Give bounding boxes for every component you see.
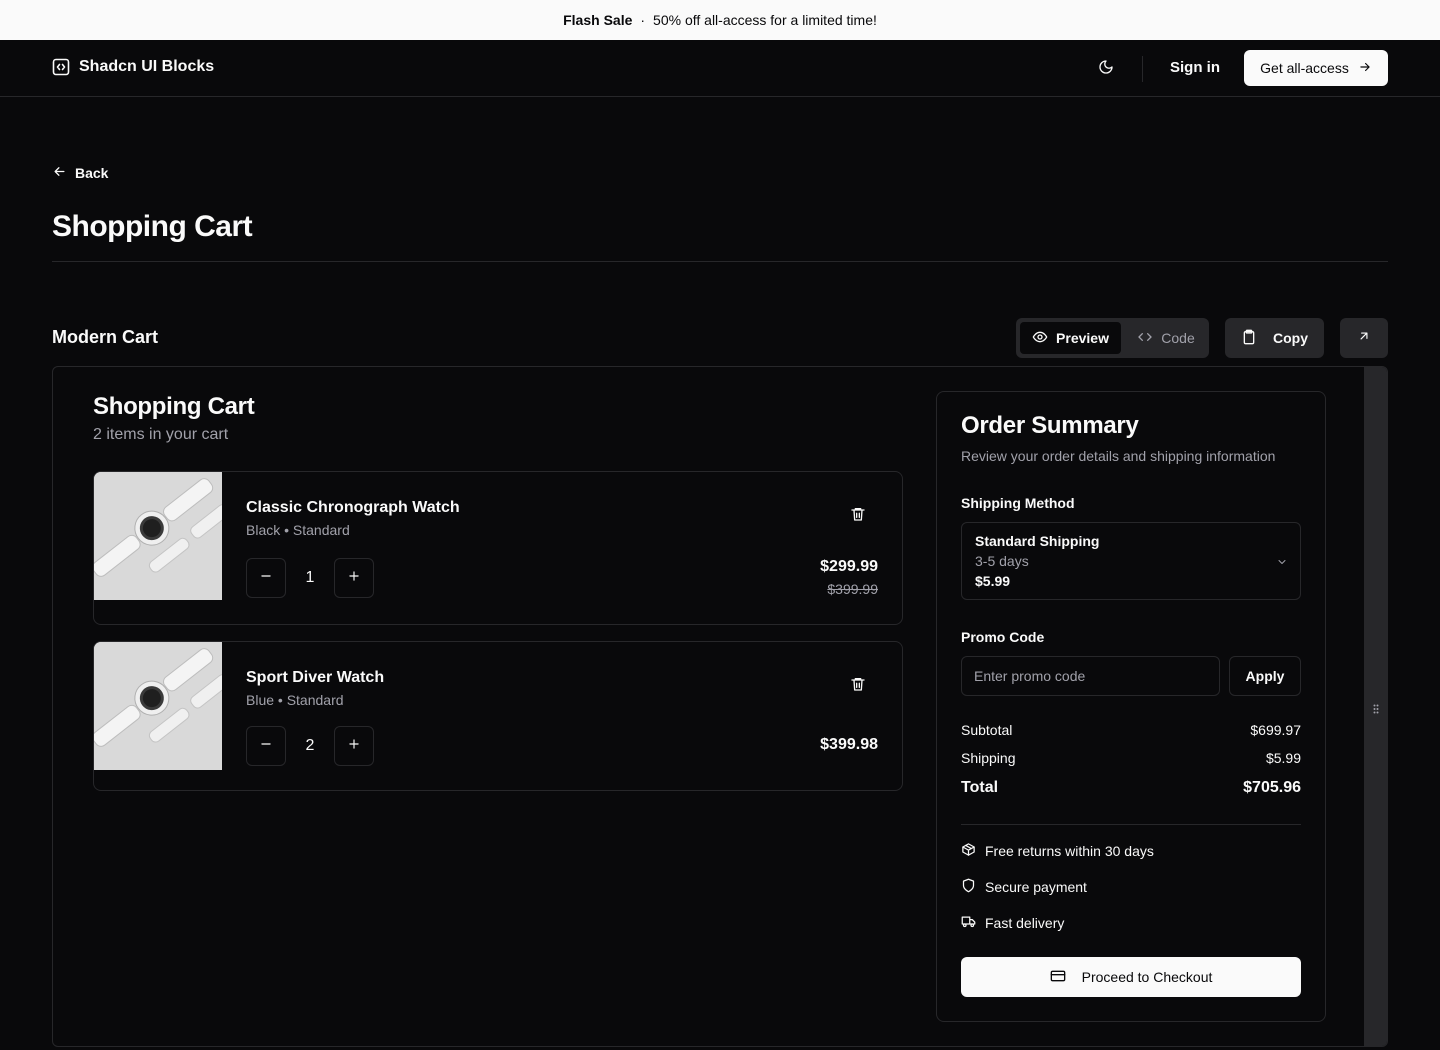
proceed-to-checkout-button[interactable]: Proceed to Checkout — [961, 957, 1301, 997]
brand-name: Shadcn UI Blocks — [79, 58, 215, 75]
subtotal-label: Subtotal — [961, 722, 1013, 738]
quantity-stepper: 1 — [246, 558, 374, 598]
view-toggle: Preview Code — [1016, 318, 1209, 358]
quantity-stepper: 2 — [246, 726, 374, 766]
decrease-quantity-button[interactable] — [246, 726, 286, 766]
quantity-value: 2 — [305, 737, 315, 754]
product-price: $399.98 — [820, 736, 878, 753]
shipping-option-name: Standard Shipping — [975, 533, 1100, 549]
back-label: Back — [75, 165, 109, 181]
copy-button[interactable]: Copy — [1225, 318, 1324, 358]
banner-highlight: Flash Sale — [563, 12, 633, 28]
remove-item-button[interactable] — [846, 674, 870, 698]
back-link[interactable]: Back — [52, 164, 108, 182]
subtotal-value: $699.97 — [1250, 722, 1301, 738]
feature-item: Secure payment — [961, 878, 1087, 896]
plus-icon — [347, 737, 361, 756]
summary-divider — [961, 824, 1301, 825]
chevron-down-icon — [1276, 555, 1288, 573]
checkout-label: Proceed to Checkout — [1081, 969, 1213, 985]
code-tab[interactable]: Code — [1126, 322, 1206, 354]
sign-in-link[interactable]: Sign in — [1170, 59, 1220, 76]
order-summary-title: Order Summary — [961, 412, 1139, 439]
preview-label: Preview — [1056, 330, 1109, 346]
trash-icon — [850, 676, 866, 697]
increase-quantity-button[interactable] — [334, 558, 374, 598]
product-image — [94, 472, 230, 600]
shipping-cost-label: Shipping — [961, 750, 1016, 766]
feature-item: Fast delivery — [961, 914, 1064, 932]
shipping-option-price: $5.99 — [975, 573, 1011, 589]
minus-icon — [259, 737, 273, 756]
moon-icon — [1098, 59, 1114, 80]
arrow-left-icon — [52, 164, 67, 182]
product-variant: Black • Standard — [246, 522, 350, 538]
total-value: $705.96 — [1243, 779, 1301, 796]
title-divider — [52, 261, 1388, 262]
open-in-new-tab-button[interactable] — [1340, 318, 1388, 358]
block-title: Modern Cart — [52, 327, 159, 347]
shipping-cost-row: Shipping $5.99 — [961, 750, 1301, 766]
product-variant: Blue • Standard — [246, 692, 344, 708]
nav-divider — [1142, 56, 1143, 82]
code-label: Code — [1161, 330, 1195, 346]
preview-frame: Shopping Cart 2 items in your cart Class… — [52, 366, 1388, 1047]
feature-label: Secure payment — [985, 879, 1087, 895]
cart-item: Classic Chronograph Watch Black • Standa… — [93, 471, 903, 625]
shield-icon — [961, 878, 976, 896]
shipping-method-select[interactable]: Standard Shipping 3-5 days $5.99 — [961, 522, 1301, 600]
preview-resize-rail — [1364, 367, 1387, 1046]
subtotal-row: Subtotal $699.97 — [961, 722, 1301, 738]
logo-icon — [52, 58, 70, 76]
shipping-option-days: 3-5 days — [975, 553, 1029, 569]
product-price: $299.99 — [820, 558, 878, 575]
total-label: Total — [961, 779, 999, 796]
remove-item-button[interactable] — [846, 504, 870, 528]
theme-toggle-button[interactable] — [1094, 57, 1118, 81]
eye-icon — [1032, 329, 1048, 348]
promo-code-input[interactable] — [961, 656, 1220, 696]
order-summary-description: Review your order details and shipping i… — [961, 448, 1276, 464]
increase-quantity-button[interactable] — [334, 726, 374, 766]
credit-card-icon — [1050, 968, 1066, 987]
brand-link[interactable]: Shadcn UI Blocks — [52, 58, 214, 76]
feature-label: Fast delivery — [985, 915, 1065, 931]
order-summary-card: Order Summary Review your order details … — [936, 391, 1326, 1022]
code-icon — [1137, 329, 1153, 348]
banner-message: 50% off all-access for a limited time! — [653, 12, 877, 28]
package-icon — [961, 842, 976, 860]
decrease-quantity-button[interactable] — [246, 558, 286, 598]
product-name: Classic Chronograph Watch — [246, 499, 460, 516]
preview-tab[interactable]: Preview — [1020, 322, 1121, 354]
cart-title: Shopping Cart — [93, 393, 255, 420]
feature-item: Free returns within 30 days — [961, 842, 1154, 860]
get-all-access-label: Get all-access — [1260, 60, 1349, 76]
arrow-right-icon — [1358, 60, 1372, 77]
product-image — [94, 642, 230, 770]
page-title: Shopping Cart — [52, 210, 253, 243]
product-name: Sport Diver Watch — [246, 669, 385, 686]
clipboard-icon — [1241, 329, 1257, 348]
copy-label: Copy — [1273, 330, 1308, 346]
drag-handle-icon[interactable] — [1372, 703, 1380, 715]
promo-code-label: Promo Code — [961, 629, 1045, 645]
banner-separator: · — [640, 12, 646, 28]
truck-icon — [961, 914, 976, 932]
trash-icon — [850, 506, 866, 527]
get-all-access-button[interactable]: Get all-access — [1244, 50, 1388, 86]
total-row: Total $705.96 — [961, 779, 1301, 797]
minus-icon — [259, 569, 273, 588]
plus-icon — [347, 569, 361, 588]
promo-banner: Flash Sale · 50% off all-access for a li… — [0, 0, 1440, 40]
cart-item: Sport Diver Watch Blue • Standard 2 $399… — [93, 641, 903, 791]
quantity-value: 1 — [305, 569, 315, 586]
arrow-up-right-icon — [1357, 329, 1371, 348]
apply-promo-button[interactable]: Apply — [1229, 656, 1301, 696]
product-original-price: $399.99 — [827, 581, 878, 597]
top-nav: Shadcn UI Blocks Sign in Get all-access — [0, 40, 1440, 97]
shipping-method-label: Shipping Method — [961, 495, 1075, 511]
cart-item-count: 2 items in your cart — [93, 426, 229, 443]
feature-label: Free returns within 30 days — [985, 843, 1154, 859]
shipping-cost-value: $5.99 — [1265, 750, 1301, 766]
